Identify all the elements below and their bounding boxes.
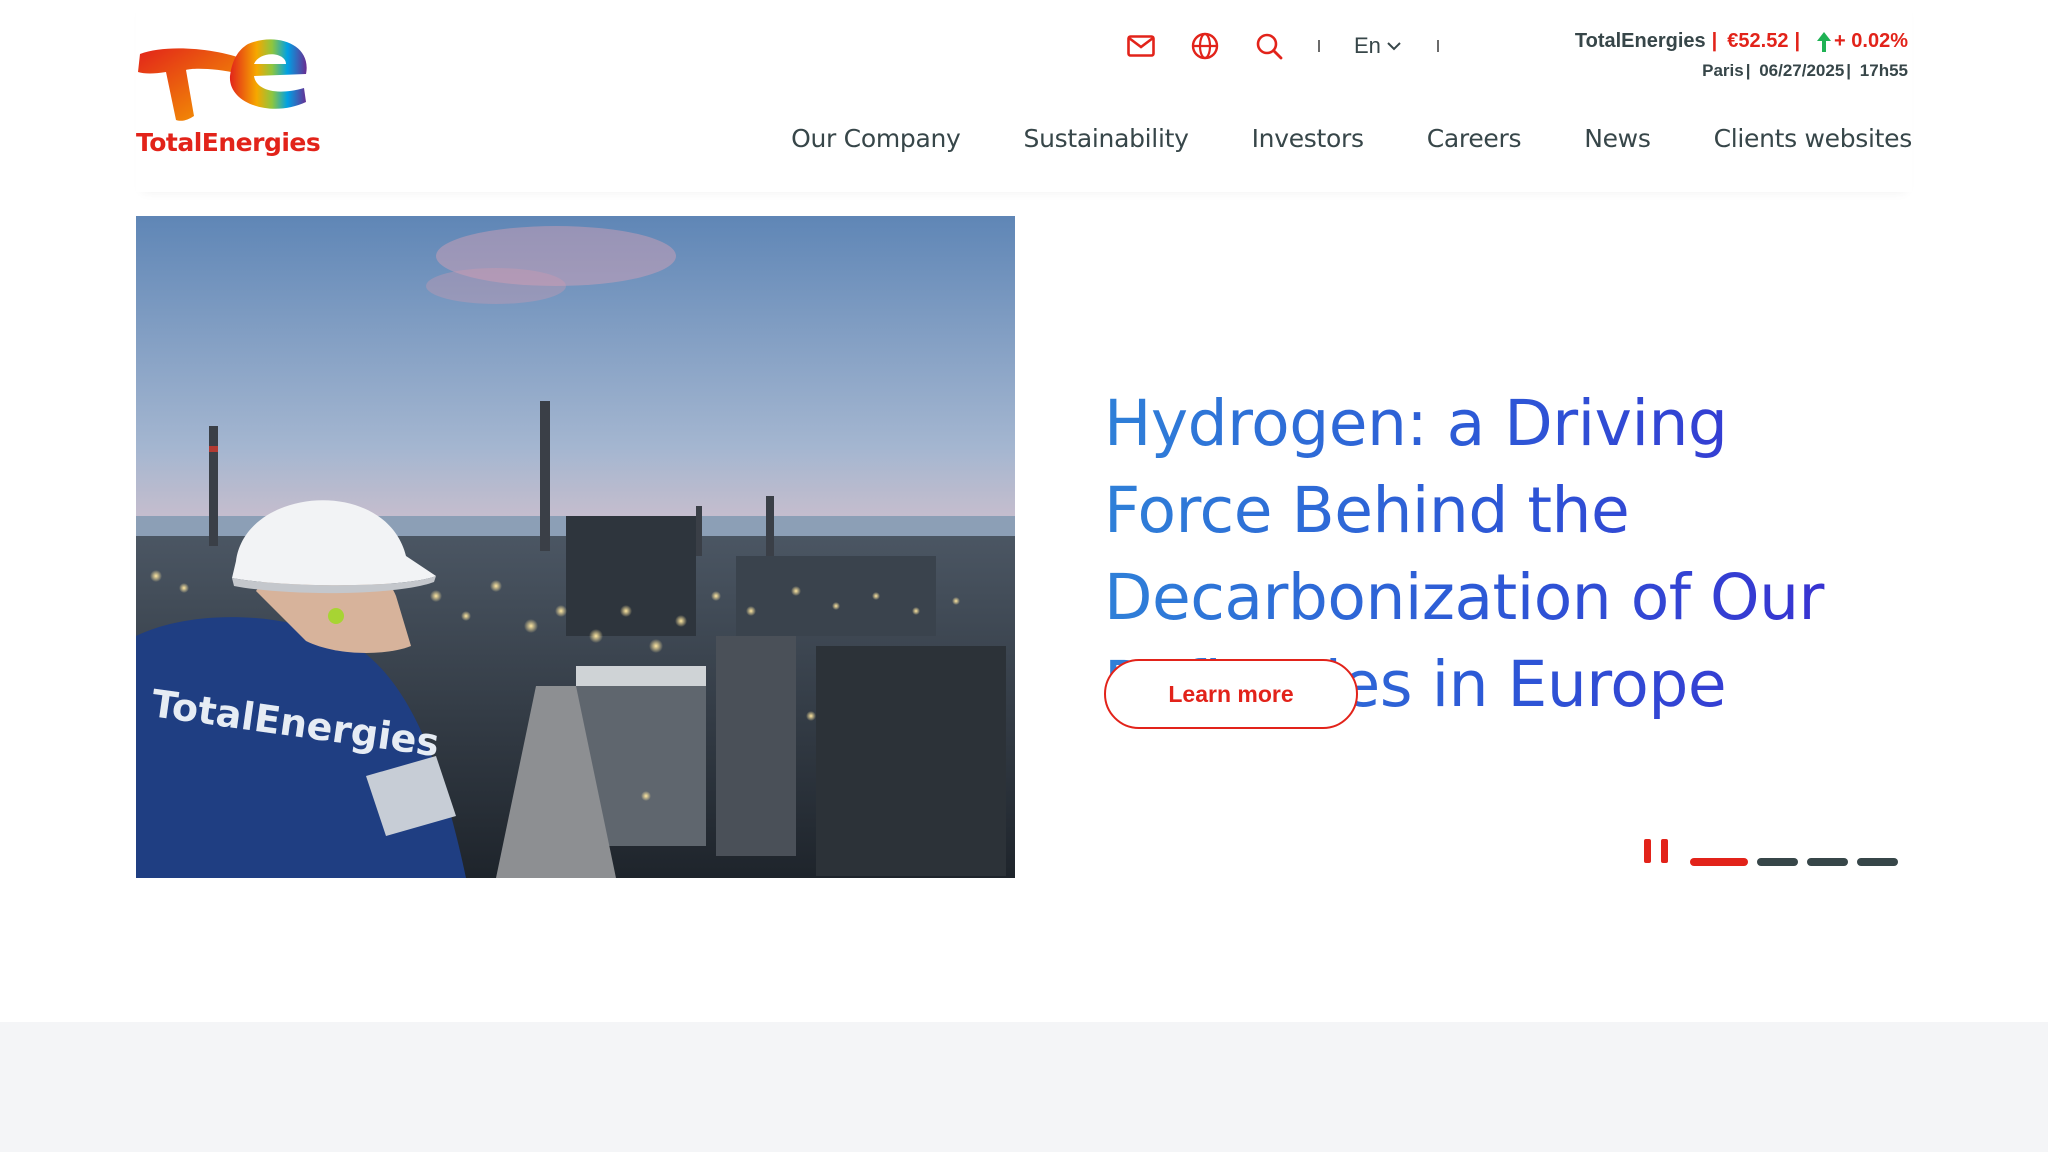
carousel-dot-2[interactable]: [1757, 858, 1798, 866]
footer-band: [0, 1022, 2048, 1152]
logo-wordmark: TotalEnergies: [136, 128, 321, 157]
arrow-up-icon: [1817, 31, 1832, 52]
logo-mark: [138, 39, 307, 121]
stock-ticker[interactable]: TotalEnergies | €52.52 | + 0.02% Paris | …: [1575, 30, 1908, 81]
pause-icon[interactable]: [1644, 839, 1668, 863]
nav-item-careers[interactable]: Careers: [1427, 124, 1522, 153]
mail-icon[interactable]: [1124, 29, 1158, 63]
stock-date: 06/27/2025: [1759, 61, 1845, 80]
nav-item-sustainability[interactable]: Sustainability: [1024, 124, 1189, 153]
utility-divider: [1318, 40, 1320, 52]
search-icon[interactable]: [1252, 29, 1286, 63]
nav-item-clients-websites[interactable]: Clients websites: [1714, 124, 1913, 153]
language-label: En: [1354, 33, 1381, 58]
nav-item-investors[interactable]: Investors: [1252, 124, 1364, 153]
stock-time: 17h55: [1859, 61, 1908, 80]
stock-market: Paris: [1702, 61, 1744, 80]
carousel-controls: [1644, 836, 1898, 866]
separator: |: [1794, 30, 1801, 52]
utility-bar: En: [1124, 26, 1473, 66]
utility-divider: [1436, 40, 1439, 52]
language-selector[interactable]: En: [1354, 33, 1401, 59]
carousel-dot-3[interactable]: [1807, 858, 1848, 866]
learn-more-button[interactable]: Learn more: [1104, 659, 1358, 729]
stock-change: + 0.02%: [1834, 30, 1908, 52]
carousel-dot-4[interactable]: [1857, 858, 1898, 866]
separator: |: [1711, 30, 1718, 52]
main-nav: Our Company Sustainability Investors Car…: [791, 124, 1912, 153]
carousel-dot-1[interactable]: [1690, 858, 1748, 866]
nav-item-our-company[interactable]: Our Company: [791, 124, 961, 153]
globe-icon[interactable]: [1188, 29, 1222, 63]
chevron-down-icon: [1387, 41, 1401, 50]
page: TotalEnergies En TotalEnergies | €52.52 …: [0, 0, 2048, 1152]
site-header: TotalEnergies En TotalEnergies | €52.52 …: [136, 0, 1912, 192]
nav-item-news[interactable]: News: [1584, 124, 1651, 153]
stock-price: €52.52: [1727, 30, 1789, 52]
hero-image: TotalEnergies: [136, 216, 1015, 878]
stock-company: TotalEnergies: [1574, 30, 1706, 52]
